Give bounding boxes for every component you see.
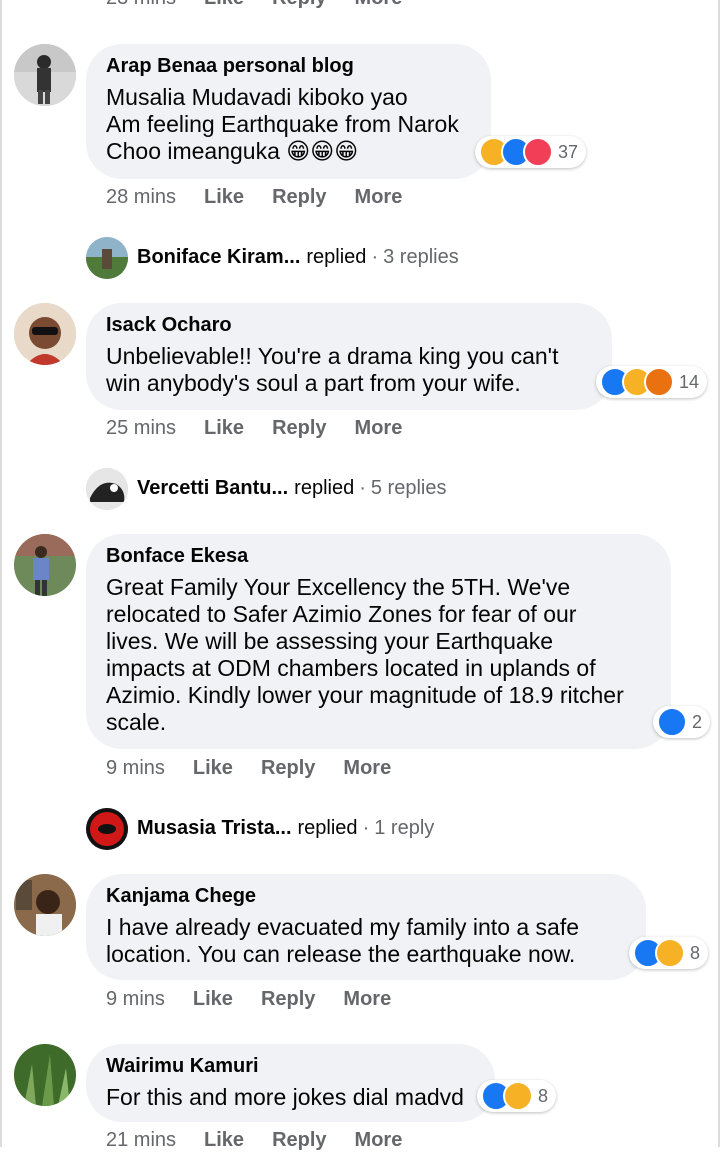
reaction-count: 37 — [558, 141, 579, 162]
reply-avatar[interactable] — [86, 808, 128, 850]
comment-bubble[interactable]: Bonface Ekesa Great Family Your Excellen… — [86, 534, 671, 749]
comment-time: 25 mins — [106, 417, 177, 439]
replier-name: Boniface Kiram... — [137, 246, 301, 268]
comment-time: 9 mins — [106, 757, 165, 779]
replies-link[interactable]: Musasia Trista... replied · 1 reply — [137, 817, 434, 840]
replied-label: replied — [294, 477, 355, 499]
separator-dot: · — [359, 477, 366, 499]
comment-actions: 9 mins Like Reply More — [106, 757, 391, 780]
reaction-summary[interactable]: 14 — [596, 366, 708, 398]
reply-avatar[interactable] — [86, 468, 128, 510]
avatar[interactable] — [14, 534, 76, 596]
reply-button[interactable]: Reply — [261, 757, 315, 780]
like-button[interactable]: Like — [204, 1129, 244, 1152]
comment-text: Musalia Mudavadi kiboko yao Am feeling E… — [106, 84, 459, 164]
more-button[interactable]: More — [343, 988, 391, 1011]
like-button[interactable]: Like — [193, 757, 233, 780]
avatar[interactable] — [14, 44, 76, 106]
comment-bubble[interactable]: Wairimu Kamuri For this and more jokes d… — [86, 1044, 495, 1122]
love-icon — [523, 137, 553, 167]
like-button[interactable]: Like — [193, 988, 233, 1011]
reaction-summary[interactable]: 8 — [477, 1080, 557, 1112]
separator-dot: · — [362, 817, 370, 839]
reply-count: 1 reply — [374, 817, 435, 839]
comment-text: I have already evacuated my family into … — [106, 914, 580, 967]
reply-button[interactable]: Reply — [272, 186, 326, 209]
comment-time: 21 mins — [106, 1129, 177, 1151]
like-icon — [657, 707, 687, 737]
more-button[interactable]: More — [355, 0, 403, 10]
comment-time: 23 mins — [106, 0, 176, 10]
more-button[interactable]: More — [355, 1129, 403, 1152]
avatar-image — [14, 303, 76, 365]
reply-count: 3 replies — [383, 246, 459, 268]
comment-time: 28 mins — [106, 186, 177, 208]
comment-author[interactable]: Isack Ocharo — [106, 313, 592, 337]
angry-icon — [644, 367, 674, 397]
replier-name: Vercetti Bantu... — [137, 477, 289, 499]
comment-bubble[interactable]: Arap Benaa personal blog Musalia Mudavad… — [86, 44, 491, 179]
avatar-image — [14, 44, 76, 106]
comment-author[interactable]: Wairimu Kamuri — [106, 1054, 475, 1078]
avatar-image — [14, 874, 76, 936]
avatar[interactable] — [14, 874, 76, 936]
comment-time: 9 mins — [106, 988, 165, 1010]
reply-count: 5 replies — [370, 477, 447, 499]
reaction-count: 14 — [679, 371, 700, 392]
haha-icon — [503, 1081, 533, 1111]
reaction-summary[interactable]: 8 — [629, 937, 709, 969]
comment-author[interactable]: Kanjama Chege — [106, 884, 626, 908]
avatar[interactable] — [14, 1044, 76, 1106]
reaction-count: 8 — [538, 1085, 549, 1106]
avatar-image — [14, 1044, 76, 1106]
comment-author[interactable]: Arap Benaa personal blog — [106, 54, 471, 78]
like-button[interactable]: Like — [204, 0, 244, 10]
comment-actions: 25 mins Like Reply More — [106, 417, 402, 440]
reply-button[interactable]: Reply — [272, 417, 326, 440]
more-button[interactable]: More — [355, 417, 403, 440]
replier-name: Musasia Trista... — [137, 817, 292, 839]
reply-avatar-image — [86, 237, 128, 279]
comment-text: For this and more jokes dial madvd — [106, 1084, 464, 1110]
like-button[interactable]: Like — [204, 417, 244, 440]
reaction-count: 8 — [690, 942, 701, 963]
haha-icon — [655, 938, 685, 968]
replied-label: replied — [297, 817, 358, 839]
reply-button[interactable]: Reply — [272, 0, 326, 10]
reply-avatar-image — [86, 808, 128, 850]
comment-actions: 21 mins Like Reply More — [106, 1129, 402, 1152]
avatar-image — [14, 534, 76, 596]
avatar[interactable] — [14, 303, 76, 365]
comment-text: Great Family Your Excellency the 5TH. We… — [106, 574, 624, 735]
comment-author[interactable]: Bonface Ekesa — [106, 544, 651, 568]
separator-dot: · — [371, 246, 379, 268]
comment-bubble[interactable]: Kanjama Chege I have already evacuated m… — [86, 874, 646, 980]
comment-actions: 23 mins Like Reply More — [106, 0, 402, 10]
reaction-summary[interactable]: 37 — [475, 136, 587, 168]
more-button[interactable]: More — [355, 186, 403, 209]
replies-link[interactable]: Boniface Kiram... replied · 3 replies — [137, 246, 459, 269]
reply-avatar[interactable] — [86, 237, 128, 279]
replied-label: replied — [306, 246, 367, 268]
replies-link[interactable]: Vercetti Bantu... replied · 5 replies — [137, 477, 446, 500]
reply-avatar-image — [86, 468, 128, 510]
comment-bubble[interactable]: Isack Ocharo Unbelievable!! You're a dra… — [86, 303, 612, 410]
comment-text: Unbelievable!! You're a drama king you c… — [106, 343, 559, 396]
more-button[interactable]: More — [343, 757, 391, 780]
reaction-summary[interactable]: 2 — [653, 706, 711, 738]
reply-button[interactable]: Reply — [261, 988, 315, 1011]
reaction-count: 2 — [692, 711, 703, 732]
comments-feed: 23 mins Like Reply More Arap Benaa perso… — [0, 0, 720, 1151]
left-border — [0, 0, 2, 1147]
comment-actions: 9 mins Like Reply More — [106, 988, 391, 1011]
like-button[interactable]: Like — [204, 186, 244, 209]
reply-button[interactable]: Reply — [272, 1129, 326, 1152]
comment-actions: 28 mins Like Reply More — [106, 186, 402, 209]
